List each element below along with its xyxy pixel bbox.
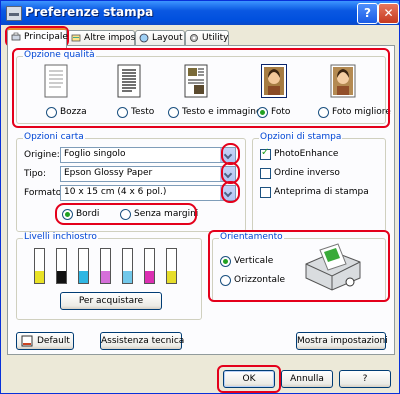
tab-label: Utility — [202, 33, 229, 43]
cancel-button[interactable]: Annulla — [281, 370, 333, 388]
tab-altre-impost[interactable]: Altre impost. — [67, 30, 142, 46]
highlight-quality — [12, 48, 390, 128]
type-select[interactable]: Epson Glossy Paper — [60, 166, 236, 182]
ink-level-fill — [167, 271, 176, 283]
print-options-title: Opzioni di stampa — [259, 132, 343, 142]
ink-cartridge — [100, 248, 111, 284]
help-title-button[interactable]: ? — [357, 3, 378, 24]
ink-cartridge — [122, 248, 133, 284]
ink-level-fill — [57, 271, 66, 283]
utility-tab-icon — [190, 34, 198, 42]
origin-value: Foglio singolo — [64, 149, 126, 159]
show-settings-button[interactable]: Mostra impostazioni — [296, 332, 388, 350]
default-icon — [21, 335, 33, 347]
origin-label: Origine: — [24, 150, 60, 160]
tab-label: Principale — [24, 32, 68, 42]
ink-level-fill — [145, 271, 154, 283]
ink-cartridge — [34, 248, 45, 284]
main-tab-icon — [11, 32, 21, 41]
type-label: Tipo: — [24, 169, 46, 179]
highlight-ok — [217, 365, 281, 393]
tab-label: Layout — [152, 33, 183, 43]
tab-layout[interactable]: Layout — [135, 30, 185, 46]
ink-cartridge — [56, 248, 67, 284]
tab-utility[interactable]: Utility — [185, 30, 229, 46]
highlight-orientation — [208, 230, 390, 302]
highlight-format-arrow — [221, 181, 240, 203]
ink-level-fill — [79, 271, 88, 283]
ink-cartridge — [78, 248, 89, 284]
type-value: Epson Glossy Paper — [64, 168, 153, 178]
default-button-label: Default — [37, 336, 70, 346]
ink-cartridge — [166, 248, 177, 284]
format-label: Formato: — [24, 188, 65, 198]
photoenhance-label: PhotoEnhance — [274, 149, 339, 159]
help-button[interactable]: ? — [339, 370, 391, 388]
print-preview-checkbox[interactable] — [260, 187, 271, 198]
ink-levels-title: Livelli inchiostro — [23, 232, 98, 242]
window-title: Preferenze stampa — [25, 5, 154, 19]
reverse-order-checkbox[interactable] — [260, 168, 271, 179]
reverse-order-label: Ordine inverso — [274, 168, 340, 178]
layout-tab-icon — [139, 33, 149, 43]
print-preferences-window: Preferenze stampa ? ✕ Principale Altre i… — [0, 0, 400, 394]
photoenhance-checkbox[interactable] — [260, 147, 271, 160]
origin-select[interactable]: Foglio singolo — [60, 147, 236, 163]
buy-ink-button[interactable]: Per acquistare — [60, 292, 162, 310]
tech-support-button[interactable]: Assistenza tecnica — [100, 332, 184, 350]
ink-level-fill — [35, 271, 44, 283]
more-settings-tab-icon — [71, 34, 81, 42]
ink-level-fill — [123, 271, 132, 283]
print-preview-label: Anteprima di stampa — [274, 187, 369, 197]
format-select[interactable]: 10 x 15 cm (4 x 6 pol.) — [60, 185, 236, 201]
ink-level-fill — [101, 271, 110, 283]
title-bar[interactable]: Preferenze stampa ? ✕ — [1, 1, 399, 25]
main-panel: Opzione qualità Bozza Testo Testo e imma… — [7, 45, 395, 355]
close-button[interactable]: ✕ — [378, 3, 399, 24]
highlight-borders — [55, 203, 197, 225]
tab-label: Altre impost. — [84, 33, 142, 43]
paper-group-title: Opzioni carta — [23, 132, 85, 142]
printer-icon — [6, 6, 22, 21]
tab-principale[interactable]: Principale — [7, 28, 68, 48]
ink-cartridge — [144, 248, 155, 284]
format-value: 10 x 15 cm (4 x 6 pol.) — [64, 187, 167, 197]
default-button[interactable]: Default — [16, 332, 74, 350]
